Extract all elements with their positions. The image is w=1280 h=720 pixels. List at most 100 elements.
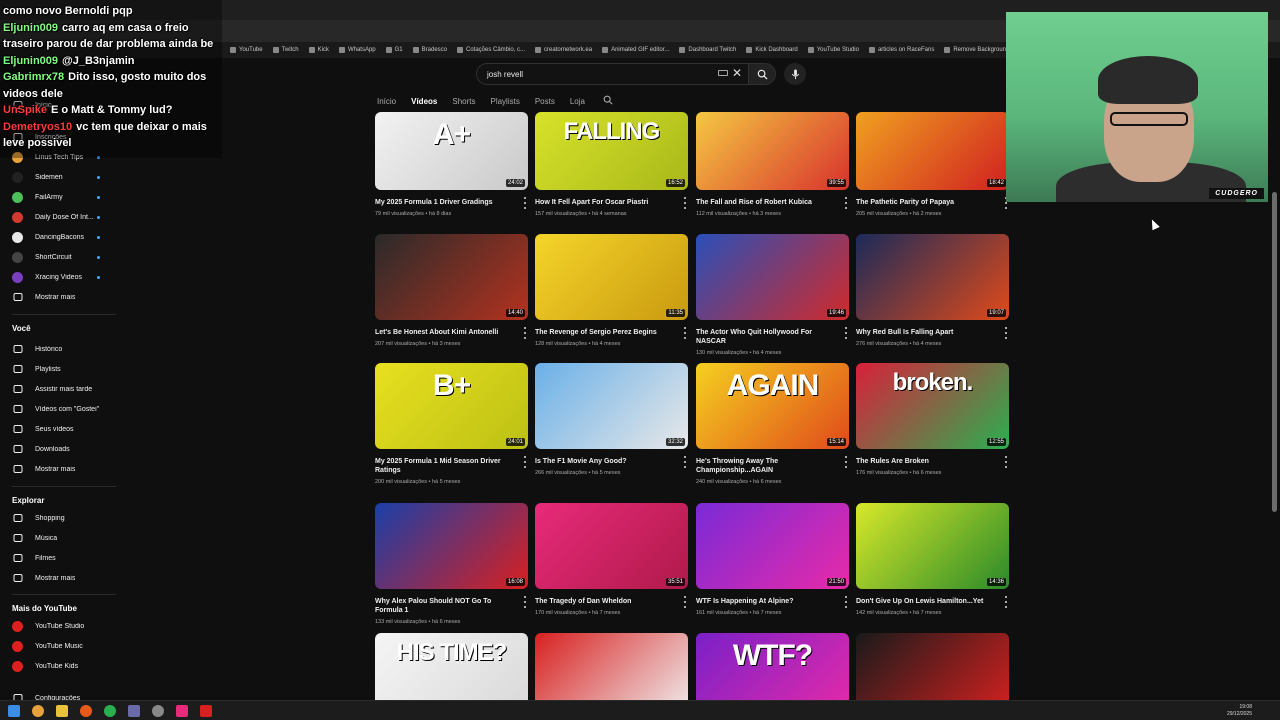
video-thumbnail[interactable]: 39:55 [696, 112, 849, 190]
more-options-icon[interactable] [682, 327, 688, 339]
sidebar-item[interactable]: YouTube Music [12, 639, 116, 653]
sidebar-item[interactable]: Seus vídeos [12, 422, 116, 436]
video-title[interactable]: Why Alex Palou Should NOT Go To Formula … [375, 597, 515, 615]
sidebar-item[interactable]: Vídeos com "Gostei" [12, 402, 116, 416]
sidebar-item[interactable]: Histórico [12, 342, 116, 356]
more-options-icon[interactable] [843, 327, 849, 339]
video-title[interactable]: He's Throwing Away The Championship...AG… [696, 457, 836, 475]
system-clock[interactable]: 19:08 29/12/2025 [1227, 704, 1252, 718]
search-input[interactable]: josh revell [476, 63, 748, 85]
sidebar-item[interactable]: Xracing Videos [12, 270, 116, 284]
tab-4[interactable]: Posts [535, 97, 555, 106]
app-icon[interactable] [80, 705, 92, 717]
video-card[interactable]: 21:50 WTF Is Happening At Alpine? 161 mil … [696, 503, 849, 616]
more-options-icon[interactable] [522, 327, 528, 339]
video-thumbnail[interactable]: broken. 12:55 [856, 363, 1009, 449]
video-thumbnail[interactable]: 35:51 [535, 503, 688, 589]
video-title[interactable]: The Actor Who Quit Hollywood For NASCAR [696, 328, 836, 346]
sidebar-section-header[interactable]: Explorar [12, 496, 44, 505]
sidebar-item[interactable]: Mostrar mais [12, 290, 116, 304]
video-thumbnail[interactable]: FALLING 16:52 [535, 112, 688, 190]
video-thumbnail[interactable]: B+ 24:01 [375, 363, 528, 449]
sidebar-item[interactable]: Daily Dose Of Int... [12, 210, 116, 224]
video-title[interactable]: My 2025 Formula 1 Driver Gradings [375, 198, 515, 207]
chrome-icon[interactable] [32, 705, 44, 717]
sidebar-item[interactable]: YouTube Kids [12, 659, 116, 673]
windows-start-icon[interactable] [8, 705, 20, 717]
video-card[interactable]: 19:46 The Actor Who Quit Hollywood For NA… [696, 234, 849, 356]
video-title[interactable]: WTF Is Happening At Alpine? [696, 597, 836, 606]
video-title[interactable]: The Tragedy of Dan Wheldon [535, 597, 675, 606]
video-card[interactable]: 19:07 Why Red Bull Is Falling Apart 276 mi… [856, 234, 1009, 347]
tab-2[interactable]: Shorts [452, 97, 475, 106]
video-title[interactable]: My 2025 Formula 1 Mid Season Driver Rati… [375, 457, 515, 475]
bookmark-item[interactable]: Dashboard Twitch [679, 47, 736, 53]
bookmark-item[interactable]: Kick Dashboard [746, 47, 798, 53]
sidebar-item[interactable]: ShortCircuit [12, 250, 116, 264]
channel-search-button[interactable] [603, 95, 613, 108]
video-title[interactable]: The Fall and Rise of Robert Kubica [696, 198, 836, 207]
sidebar-item[interactable]: YouTube Studio [12, 619, 116, 633]
page-scrollbar[interactable] [1272, 192, 1277, 512]
video-thumbnail[interactable]: 14:40 [375, 234, 528, 320]
video-card[interactable]: 39:55 The Fall and Rise of Robert Kubica 1… [696, 112, 849, 217]
more-options-icon[interactable] [522, 197, 528, 209]
voice-search-button[interactable] [784, 63, 806, 85]
app-icon[interactable] [176, 705, 188, 717]
clear-search-icon[interactable]: ✕ [732, 66, 742, 80]
video-card[interactable]: 32:32 Is The F1 Movie Any Good? 266 mil vi… [535, 363, 688, 476]
video-thumbnail[interactable]: 19:46 [696, 234, 849, 320]
sidebar-item[interactable]: Downloads [12, 442, 116, 456]
video-thumbnail[interactable]: 11:35 [535, 234, 688, 320]
sidebar-item[interactable]: Assistir mais tarde [12, 382, 116, 396]
video-card[interactable]: A+ 24:02 My 2025 Formula 1 Driver Gradings… [375, 112, 528, 217]
app-icon[interactable] [200, 705, 212, 717]
sidebar-item[interactable]: Playlists [12, 362, 116, 376]
more-options-icon[interactable] [1003, 327, 1009, 339]
more-options-icon[interactable] [682, 596, 688, 608]
video-title[interactable]: Let's Be Honest About Kimi Antonelli [375, 328, 515, 337]
sidebar-item[interactable]: Mostrar mais [12, 462, 116, 476]
video-title[interactable]: The Pathetic Parity of Papaya [856, 198, 996, 207]
whatsapp-icon[interactable] [104, 705, 116, 717]
more-options-icon[interactable] [843, 456, 849, 468]
more-options-icon[interactable] [682, 456, 688, 468]
sidebar-item[interactable]: Filmes [12, 551, 116, 565]
video-title[interactable]: Don't Give Up On Lewis Hamilton...Yet [856, 597, 996, 606]
sidebar-section-header[interactable]: Você [12, 324, 31, 333]
more-options-icon[interactable] [1003, 596, 1009, 608]
video-title[interactable]: Is The F1 Movie Any Good? [535, 457, 675, 466]
video-card[interactable]: 18:42 The Pathetic Parity of Papaya 205 mi… [856, 112, 1009, 217]
sidebar-item[interactable]: Shopping [12, 511, 116, 525]
sidebar-item[interactable]: Mostrar mais [12, 571, 116, 585]
sidebar-item[interactable]: DancingBacons [12, 230, 116, 244]
tab-5[interactable]: Loja [570, 97, 585, 106]
sidebar-item[interactable]: Sidemen [12, 170, 116, 184]
video-card[interactable]: 14:36 Don't Give Up On Lewis Hamilton...Y… [856, 503, 1009, 616]
bookmark-item[interactable]: YouTube [230, 47, 263, 53]
search-button[interactable] [748, 63, 776, 85]
video-thumbnail[interactable]: 21:50 [696, 503, 849, 589]
bookmark-item[interactable]: Animated GIF editor... [602, 47, 669, 53]
bookmark-item[interactable]: articles on RaceFans [868, 47, 934, 53]
video-thumbnail[interactable]: 19:07 [856, 234, 1009, 320]
bookmark-item[interactable]: WhatsApp [338, 47, 376, 53]
bookmark-item[interactable]: Kick [308, 47, 329, 53]
video-thumbnail[interactable]: A+ 24:02 [375, 112, 528, 190]
video-card[interactable]: 35:51 The Tragedy of Dan Wheldon 170 mil v… [535, 503, 688, 616]
video-card[interactable]: 14:40 Let's Be Honest About Kimi Antonell… [375, 234, 528, 347]
video-thumbnail[interactable]: 14:36 [856, 503, 1009, 589]
video-card[interactable]: B+ 24:01 My 2025 Formula 1 Mid Season Driv… [375, 363, 528, 485]
video-card[interactable]: 16:08 Why Alex Palou Should NOT Go To For… [375, 503, 528, 625]
more-options-icon[interactable] [522, 456, 528, 468]
video-title[interactable]: The Revenge of Sergio Perez Begins [535, 328, 675, 337]
more-options-icon[interactable] [522, 596, 528, 608]
bookmark-item[interactable]: Bradesco [412, 47, 447, 53]
tab-0[interactable]: Início [377, 97, 396, 106]
tab-3[interactable]: Playlists [490, 97, 519, 106]
video-thumbnail[interactable]: AGAIN 15:14 [696, 363, 849, 449]
bookmark-item[interactable]: Cotações Câmbio, c... [457, 47, 525, 53]
video-thumbnail[interactable]: 18:42 [856, 112, 1009, 190]
more-options-icon[interactable] [682, 197, 688, 209]
video-card[interactable]: FALLING 16:52 How It Fell Apart For Oscar … [535, 112, 688, 217]
